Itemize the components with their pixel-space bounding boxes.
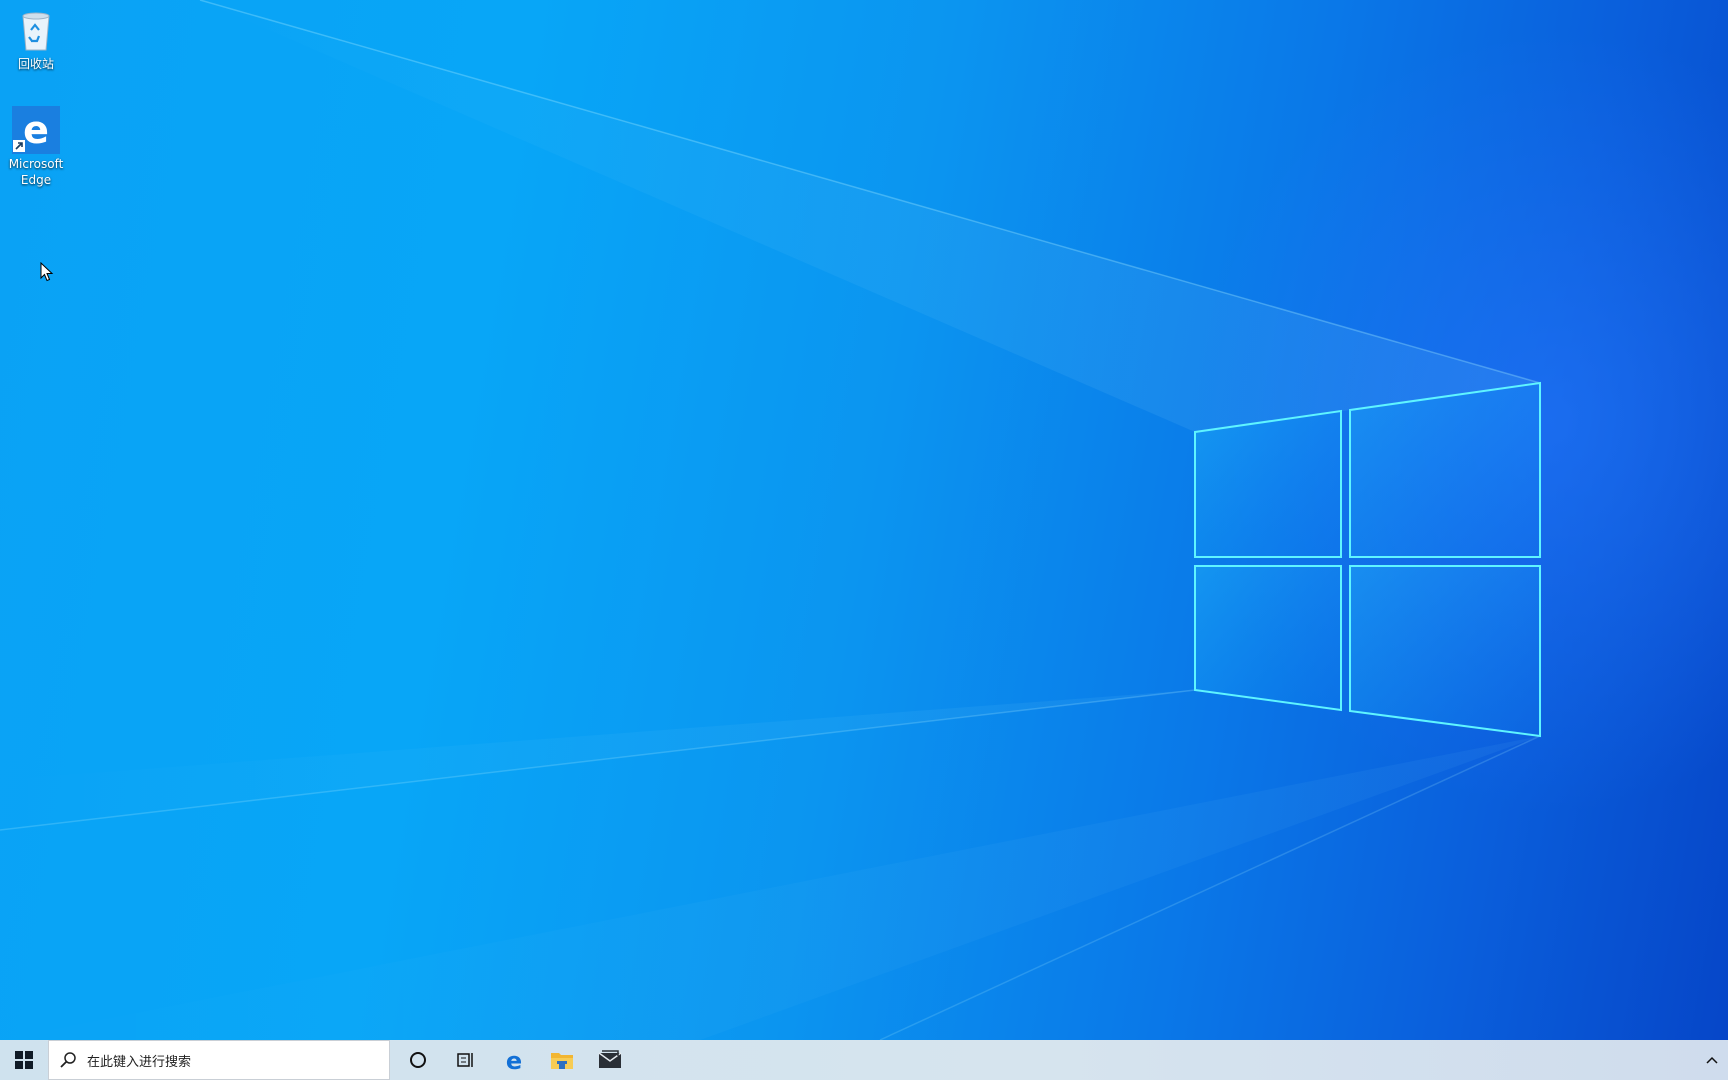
desktop-icon-recycle-bin[interactable]: 回收站 — [0, 6, 72, 72]
taskbar-mail-button[interactable] — [586, 1040, 634, 1080]
svg-text:e: e — [506, 1048, 522, 1072]
search-icon — [60, 1052, 76, 1068]
edge-label: Microsoft Edge — [8, 157, 64, 187]
mouse-pointer-icon — [40, 262, 54, 282]
recycle-bin-label: 回收站 — [17, 57, 54, 71]
file-explorer-icon — [551, 1053, 573, 1069]
windows-desktop-screen: 回收站 e Microsoft Edge 在此键入进行搜索 e — [0, 0, 1728, 1080]
windows-10-hero-wallpaper — [0, 0, 1541, 1040]
taskbar-file-explorer-button[interactable] — [538, 1040, 586, 1080]
taskbar-search-box[interactable]: 在此键入进行搜索 — [48, 1040, 390, 1080]
edge-icon: e — [12, 106, 60, 154]
start-button[interactable] — [0, 1040, 48, 1080]
edge-icon: e — [506, 1048, 522, 1072]
svg-text:e: e — [23, 108, 49, 152]
system-tray — [1696, 1040, 1728, 1080]
recycle-bin-icon — [22, 12, 50, 51]
desktop-icon-microsoft-edge[interactable]: e Microsoft Edge — [0, 106, 72, 188]
desktop-wallpaper[interactable]: 回收站 e Microsoft Edge — [0, 0, 1728, 1040]
task-view-button[interactable] — [442, 1040, 490, 1080]
cortana-icon — [410, 1052, 426, 1068]
taskbar-edge-button[interactable]: e — [490, 1040, 538, 1080]
mail-icon — [598, 1050, 622, 1068]
task-view-icon — [457, 1053, 473, 1067]
show-hidden-icons-button[interactable] — [1696, 1040, 1728, 1080]
search-placeholder-text: 在此键入进行搜索 — [87, 1054, 192, 1070]
taskbar: 在此键入进行搜索 e — [0, 1040, 1728, 1080]
chevron-up-icon — [1706, 1056, 1718, 1064]
cortana-button[interactable] — [394, 1040, 442, 1080]
windows-logo-icon — [15, 1051, 33, 1069]
